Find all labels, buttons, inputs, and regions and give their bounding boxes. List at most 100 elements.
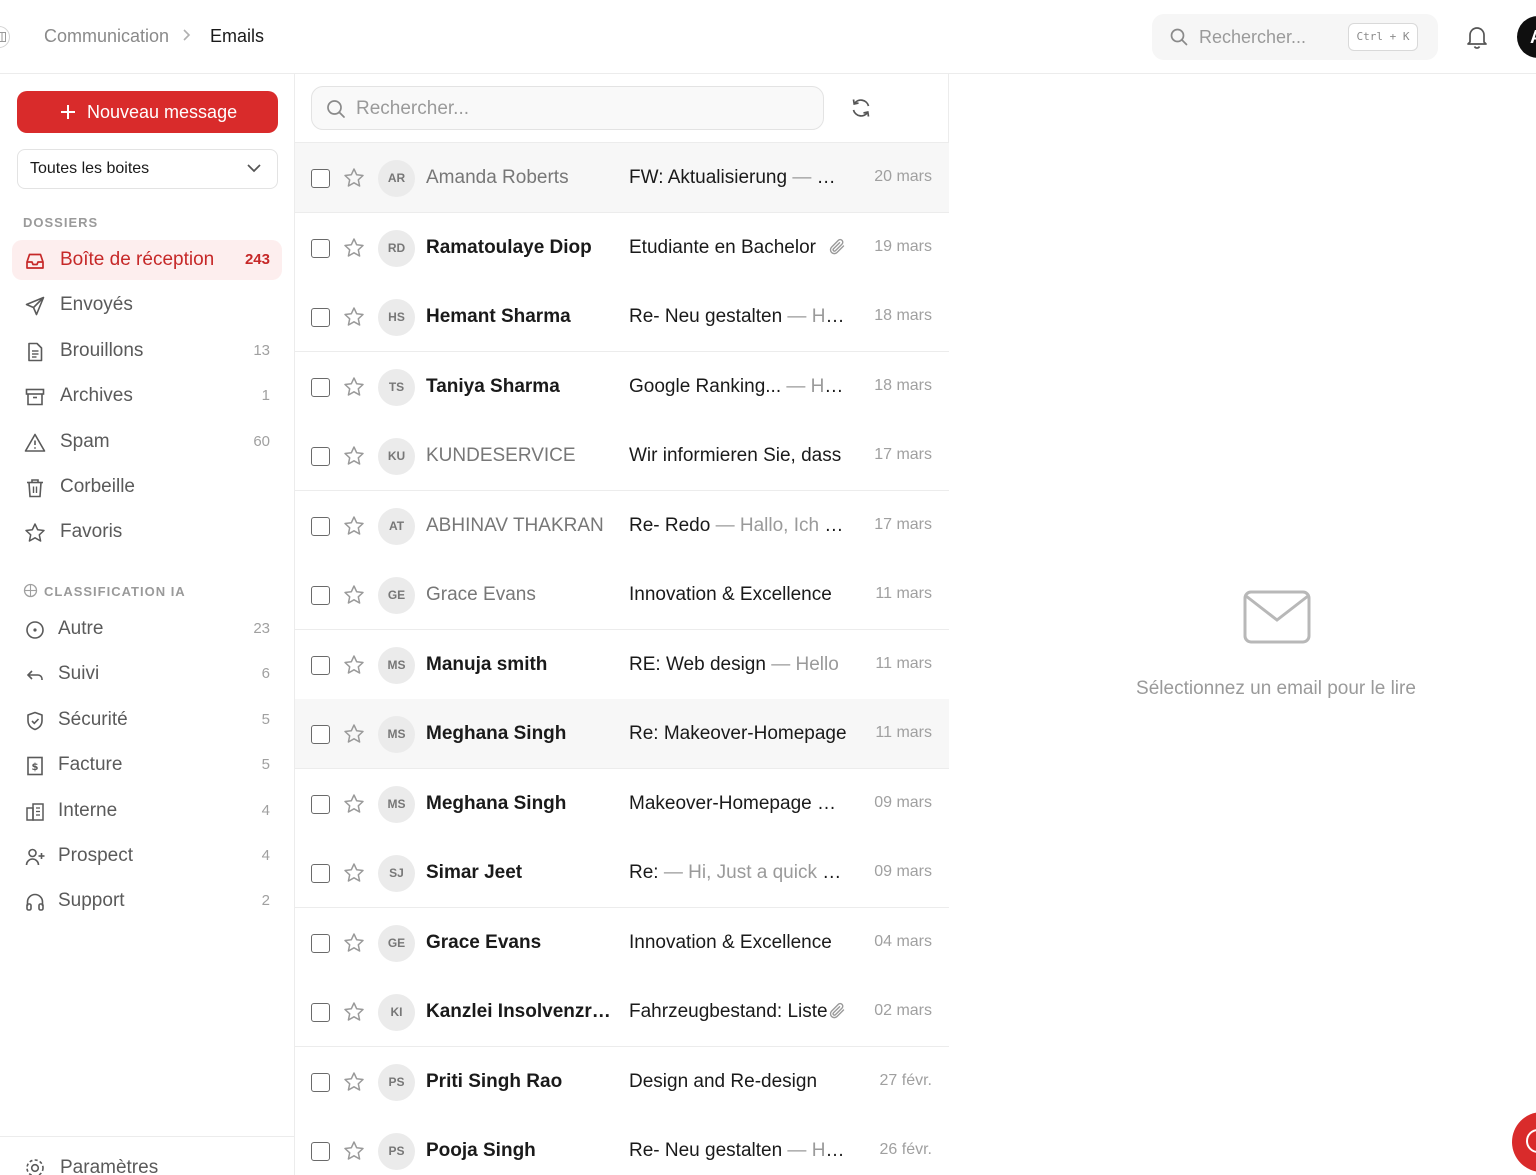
- row-checkbox[interactable]: [311, 447, 330, 466]
- folder-inbox[interactable]: Boîte de réception 243: [12, 240, 282, 280]
- row-checkbox[interactable]: [311, 655, 330, 675]
- star-icon[interactable]: [343, 515, 365, 537]
- email-row[interactable]: MS Meghana Singh Makeover-Homepage Design 0…: [295, 768, 949, 839]
- star-icon[interactable]: [343, 237, 365, 259]
- ai-category-building[interactable]: Interne 4: [12, 791, 282, 831]
- email-row[interactable]: AT ABHINAV THAKRAN Re- Redo — Hallo, Ich b…: [295, 490, 949, 561]
- email-row[interactable]: SJ Simar Jeet Re: — Hi, Just a quick check…: [295, 838, 949, 908]
- star-icon[interactable]: [343, 1001, 365, 1023]
- star-icon[interactable]: [343, 793, 365, 815]
- subject-text: RE: Web design: [629, 653, 766, 675]
- star-icon[interactable]: [343, 1140, 365, 1162]
- settings-link[interactable]: Paramètres: [0, 1136, 295, 1175]
- email-date: 20 mars: [874, 168, 932, 185]
- refresh-icon[interactable]: [850, 97, 872, 119]
- global-search[interactable]: Rechercher... Ctrl + K: [1152, 14, 1438, 60]
- row-checkbox[interactable]: [311, 933, 330, 953]
- star-icon[interactable]: [343, 723, 365, 745]
- sender-avatar: RD: [378, 229, 415, 267]
- email-search-input[interactable]: Rechercher...: [311, 86, 824, 130]
- chevron-down-icon: [247, 164, 261, 173]
- preview-text: — Hallo: [781, 375, 847, 397]
- sender-avatar: HS: [378, 299, 415, 336]
- email-date: 04 mars: [874, 932, 932, 950]
- star-icon[interactable]: [343, 654, 365, 676]
- email-row[interactable]: MS Meghana Singh Re: Makeover-Homepage 11 m…: [295, 699, 949, 769]
- send-icon: [24, 295, 46, 317]
- panel-left-icon: [0, 32, 6, 42]
- row-checkbox[interactable]: [311, 516, 330, 536]
- sidebar-toggle-button[interactable]: [0, 26, 10, 48]
- ai-category-user-plus[interactable]: Prospect 4: [12, 836, 282, 876]
- new-message-button[interactable]: Nouveau message: [17, 91, 278, 133]
- sender-avatar: MS: [378, 785, 415, 823]
- row-checkbox[interactable]: [311, 1003, 330, 1022]
- row-checkbox[interactable]: [311, 169, 330, 188]
- empty-state-message: Sélectionnez un email pour le lire: [1136, 678, 1416, 699]
- star-icon[interactable]: [343, 862, 365, 884]
- email-date: 26 févr.: [879, 1141, 932, 1158]
- email-subject: Innovation & Excellence: [629, 931, 847, 955]
- ai-category-circle-dot[interactable]: Autre 23: [12, 609, 282, 649]
- subject-text: Re- Redo: [629, 514, 711, 536]
- row-checkbox[interactable]: [311, 1142, 330, 1161]
- email-date: 11 mars: [875, 585, 932, 602]
- ai-category-reply[interactable]: Suivi 6: [12, 654, 282, 694]
- email-row[interactable]: TS Taniya Sharma Google Ranking... — Hallo…: [295, 351, 949, 422]
- ai-section-title: CLASSIFICATION IA: [23, 583, 186, 599]
- nav-item-label: Brouillons: [60, 339, 144, 361]
- row-checkbox[interactable]: [311, 864, 330, 883]
- row-checkbox[interactable]: [311, 586, 330, 605]
- email-row[interactable]: HS Hemant Sharma Re- Neu gestalten — Hallo…: [295, 282, 949, 352]
- preview-text: — Hallo: [787, 306, 847, 327]
- email-row[interactable]: PS Pooja Singh Re- Neu gestalten — Hallo 26…: [295, 1116, 949, 1175]
- row-checkbox[interactable]: [311, 794, 330, 814]
- star-icon[interactable]: [343, 445, 365, 467]
- subject-text: Re- Neu gestalten: [629, 306, 783, 327]
- ai-category-shield-check[interactable]: Sécurité 5: [12, 700, 282, 740]
- email-row[interactable]: RD Ramatoulaye Diop Etudiante en Bachelor 1…: [295, 212, 949, 283]
- row-checkbox[interactable]: [311, 308, 330, 327]
- folder-send[interactable]: Envoyés: [12, 285, 282, 325]
- star-icon[interactable]: [343, 584, 365, 606]
- email-row[interactable]: KU KUNDESERVICE Wir informieren Sie, dass 1…: [295, 421, 949, 491]
- row-checkbox[interactable]: [311, 1072, 330, 1092]
- nav-item-label: Archives: [60, 385, 133, 407]
- email-date: 09 mars: [874, 863, 932, 880]
- star-icon[interactable]: [343, 1071, 365, 1093]
- folder-star[interactable]: Favoris: [12, 512, 282, 552]
- folder-trash[interactable]: Corbeille: [12, 467, 282, 507]
- email-subject: Etudiante en Bachelor: [629, 236, 847, 260]
- sender-avatar: SJ: [378, 855, 415, 892]
- email-row[interactable]: AR Amanda Roberts FW: Aktualisierung — Hal…: [295, 143, 949, 213]
- row-checkbox[interactable]: [311, 377, 330, 397]
- mailbox-select[interactable]: Toutes les boites: [17, 149, 278, 189]
- inbox-icon: [24, 250, 46, 272]
- sender-name: Meghana Singh: [426, 792, 567, 814]
- bell-icon[interactable]: [1465, 24, 1489, 50]
- sender-name: Manuja smith: [426, 653, 548, 675]
- email-row[interactable]: GE Grace Evans Innovation & Excellence 04 m…: [295, 907, 949, 978]
- breadcrumb-communication[interactable]: Communication: [44, 24, 169, 48]
- ai-category-receipt[interactable]: $ Facture 5: [12, 745, 282, 785]
- star-icon[interactable]: [343, 167, 365, 189]
- mailbox-select-value: Toutes les boites: [30, 160, 150, 177]
- email-date: 18 mars: [874, 307, 932, 324]
- star-icon[interactable]: [343, 306, 365, 328]
- user-avatar[interactable]: A: [1517, 16, 1536, 58]
- email-row[interactable]: KI Kanzlei Insolvenzrecht Fahrzeugbestand:…: [295, 977, 949, 1047]
- star-icon[interactable]: [343, 932, 365, 954]
- row-checkbox[interactable]: [311, 725, 330, 744]
- folder-file-text[interactable]: Brouillons 13: [12, 331, 282, 371]
- email-row[interactable]: MS Manuja smith RE: Web design — Hello 11 m…: [295, 629, 949, 700]
- row-checkbox[interactable]: [311, 238, 330, 258]
- ai-category-headphones[interactable]: Support 2: [12, 881, 282, 921]
- folder-alert-triangle[interactable]: Spam 60: [12, 422, 282, 462]
- sender-name: Grace Evans: [426, 584, 536, 605]
- email-row[interactable]: PS Priti Singh Rao Design and Re-design 27 …: [295, 1046, 949, 1117]
- folder-archive[interactable]: Archives 1: [12, 376, 282, 416]
- email-row[interactable]: GE Grace Evans Innovation & Excellence 11 m…: [295, 560, 949, 630]
- star-icon[interactable]: [343, 376, 365, 398]
- search-icon: [327, 100, 345, 118]
- preview-text: — Hallo: [792, 167, 847, 188]
